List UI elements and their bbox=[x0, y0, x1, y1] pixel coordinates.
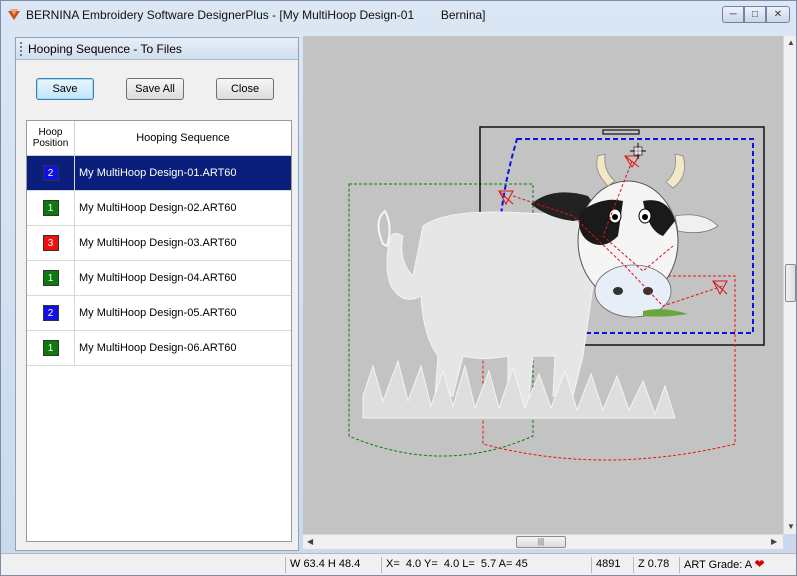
hooping-sequence-panel: Hooping Sequence - To Files Save Save Al… bbox=[15, 37, 299, 551]
minimize-icon[interactable]: ─ bbox=[722, 6, 744, 23]
table-header: Hoop Position Hooping Sequence bbox=[27, 121, 291, 156]
table-row[interactable]: 3 My MultiHoop Design-03.ART60 bbox=[27, 226, 291, 261]
status-coordinates: X= 4.0 Y= 4.0 L= 5.7 A= 45 bbox=[381, 557, 528, 573]
panel-header[interactable]: Hooping Sequence - To Files bbox=[16, 38, 298, 60]
status-bar: W 63.4 H 48.4 X= 4.0 Y= 4.0 L= 5.7 A= 45… bbox=[1, 553, 796, 575]
art-grade-text: ART Grade: A bbox=[684, 559, 752, 571]
window-title: BERNINA Embroidery Software DesignerPlus… bbox=[26, 8, 486, 22]
file-name-cell: My MultiHoop Design-04.ART60 bbox=[79, 272, 237, 284]
file-name-cell: My MultiHoop Design-05.ART60 bbox=[79, 307, 237, 319]
file-name-cell: My MultiHoop Design-01.ART60 bbox=[79, 167, 237, 179]
title-bar[interactable]: BERNINA Embroidery Software DesignerPlus… bbox=[1, 1, 796, 31]
file-name-cell: My MultiHoop Design-02.ART60 bbox=[79, 202, 237, 214]
restore-icon[interactable]: □ bbox=[744, 6, 766, 23]
file-name-cell: My MultiHoop Design-03.ART60 bbox=[79, 237, 237, 249]
panel-grip-icon[interactable] bbox=[20, 42, 22, 56]
window-controls: ─ □ ✕ bbox=[722, 6, 790, 23]
hoop-position-cell: 2 bbox=[27, 156, 75, 190]
heart-icon: ❤ bbox=[754, 557, 765, 571]
vertical-scroll-thumb[interactable] bbox=[785, 264, 796, 302]
close-icon[interactable]: ✕ bbox=[766, 6, 790, 23]
close-button[interactable]: Close bbox=[216, 78, 274, 100]
hoop-position-badge: 1 bbox=[42, 200, 59, 216]
scroll-right-icon[interactable]: ▶ bbox=[771, 537, 777, 546]
vertical-scrollbar[interactable]: ▲ ▼ bbox=[783, 36, 796, 534]
design-view bbox=[348, 126, 765, 461]
file-name-cell: My MultiHoop Design-06.ART60 bbox=[79, 342, 237, 354]
crosshair-cursor-icon bbox=[630, 143, 646, 159]
hooping-sequence-table: Hoop Position Hooping Sequence 2 My Multi… bbox=[26, 120, 292, 542]
table-row[interactable]: 2 My MultiHoop Design-05.ART60 bbox=[27, 296, 291, 331]
horizontal-scrollbar[interactable]: ◀ ||| ▶ bbox=[303, 534, 783, 549]
hoop-position-cell: 1 bbox=[27, 261, 75, 295]
hoop-position-cell: 1 bbox=[27, 191, 75, 225]
save-button[interactable]: Save bbox=[36, 78, 94, 100]
design-canvas[interactable] bbox=[303, 36, 783, 534]
status-zoom: Z 0.78 bbox=[633, 557, 669, 573]
scroll-up-icon[interactable]: ▲ bbox=[787, 38, 795, 47]
status-size: W 63.4 H 48.4 bbox=[285, 557, 360, 573]
horizontal-scroll-thumb[interactable]: ||| bbox=[516, 536, 566, 548]
app-window: BERNINA Embroidery Software DesignerPlus… bbox=[0, 0, 797, 576]
column-header-sequence[interactable]: Hooping Sequence bbox=[75, 121, 291, 155]
table-row[interactable]: 1 My MultiHoop Design-02.ART60 bbox=[27, 191, 291, 226]
table-row[interactable]: 2 My MultiHoop Design-01.ART60 bbox=[27, 156, 291, 191]
status-stitch-count: 4891 bbox=[591, 557, 620, 573]
table-row[interactable]: 1 My MultiHoop Design-06.ART60 bbox=[27, 331, 291, 366]
panel-title: Hooping Sequence - To Files bbox=[28, 42, 182, 56]
table-row[interactable]: 1 My MultiHoop Design-04.ART60 bbox=[27, 261, 291, 296]
hoop-position-badge: 2 bbox=[42, 305, 59, 321]
save-all-button[interactable]: Save All bbox=[126, 78, 184, 100]
bernina-logo-icon bbox=[8, 9, 20, 20]
hoop-position-cell: 2 bbox=[27, 296, 75, 330]
hoop-position-badge: 3 bbox=[42, 235, 59, 251]
column-header-position[interactable]: Hoop Position bbox=[27, 121, 75, 155]
hoop-position-badge: 1 bbox=[42, 340, 59, 356]
table-body: 2 My MultiHoop Design-01.ART60 1 My MultiHo… bbox=[27, 156, 291, 366]
hoop-position-badge: 2 bbox=[42, 165, 59, 181]
scroll-down-icon[interactable]: ▼ bbox=[787, 522, 795, 531]
hoop-position-cell: 3 bbox=[27, 226, 75, 260]
panel-body: Save Save All Close Hoop Position Hoopin… bbox=[16, 60, 298, 550]
hoop-position-cell: 1 bbox=[27, 331, 75, 365]
status-art-grade: ART Grade: A ❤ bbox=[679, 557, 765, 573]
scroll-left-icon[interactable]: ◀ bbox=[307, 537, 313, 546]
hoop-position-badge: 1 bbox=[42, 270, 59, 286]
